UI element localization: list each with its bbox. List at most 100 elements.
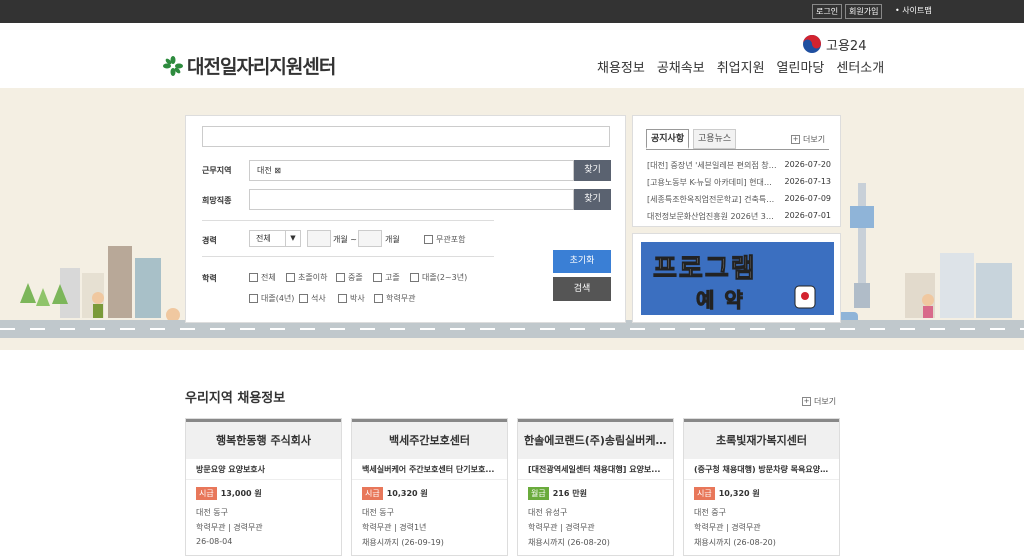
nav-open-forum[interactable]: 열린마당	[777, 57, 825, 76]
job-card[interactable]: 초록빛재가복지센터 (중구청 채용대행) 방문차량 목욕요양... 시급 10,3…	[683, 418, 840, 556]
edu-checkbox-college[interactable]: 대졸(2~3년)	[410, 272, 467, 283]
edu-option-label: 고졸	[385, 273, 400, 282]
edu-checkbox-all[interactable]: 전체	[249, 272, 276, 283]
news-item[interactable]: 대전정보문화산업진흥원 2026년 3차 사... 2026-07-01	[647, 211, 831, 222]
nav-public-recruit[interactable]: 공채속보	[657, 57, 705, 76]
pay-amount: 13,000 원	[220, 489, 262, 498]
pay-type-badge: 시급	[362, 487, 383, 500]
job-card[interactable]: 백세주간보호센터 백세실버케어 주간보호센터 단기보호... 시급 10,320 …	[351, 418, 508, 556]
edu-option-label: 대졸(2~3년)	[422, 273, 468, 282]
region-label: 근무지역	[202, 166, 232, 175]
edu-checkbox-doctor[interactable]: 박사	[338, 293, 365, 304]
job-title: [대전광역세일센터 채용대행] 요양보...	[518, 459, 673, 480]
job-title: (중구청 채용대행) 방문차량 목욕요양...	[684, 459, 839, 480]
edu-checkbox-elementary[interactable]: 초졸이하	[286, 272, 327, 283]
employment24-label: 고용24	[826, 38, 867, 54]
main-nav: 채용정보 공채속보 취업지원 열린마당 센터소개	[597, 57, 884, 76]
job-title: 백세실버케어 주간보호센터 단기보호...	[352, 459, 507, 480]
edu-checkbox-university[interactable]: 대졸(4년)	[249, 293, 294, 304]
job-type-find-button[interactable]: 찾기	[574, 189, 611, 210]
job-location: 대전 동구	[196, 508, 228, 517]
nav-center-intro[interactable]: 센터소개	[836, 57, 884, 76]
edu-option-label: 초졸이하	[298, 273, 328, 282]
sitemap-link[interactable]: • 사이트맵	[895, 5, 932, 16]
news-more-link[interactable]: + 더보기	[791, 134, 825, 145]
edu-checkbox-high[interactable]: 고졸	[373, 272, 400, 283]
job-card[interactable]: 행복한동행 주식회사 방문요양 요양보호사 시급 13,000 원 대전 동구 학…	[185, 418, 342, 556]
pay-type-badge: 월급	[528, 487, 549, 500]
news-item[interactable]: [세종특조한옥직업전문학교] 건축특공 한... 2026-07-09	[647, 194, 831, 205]
banner-image: 프로그램 예약	[641, 242, 834, 315]
site-logo[interactable]: 대전일자리지원센터	[163, 52, 336, 79]
job-card[interactable]: 한솔에코랜드(주)송림실버케어... [대전광역세일센터 채용대행] 요양보..…	[517, 418, 674, 556]
job-requirements: 학력무관 | 경력1년	[362, 523, 427, 532]
pay-row: 시급 13,000 원	[186, 480, 341, 500]
signup-link[interactable]: 회원가입	[845, 4, 883, 19]
plus-icon: +	[802, 397, 811, 406]
tab-employment-news[interactable]: 고용뉴스	[693, 129, 737, 149]
region-field[interactable]: 대전 ⊠	[249, 160, 574, 181]
company-name: 행복한동행 주식회사	[186, 419, 341, 459]
career-select-value: 전체	[256, 234, 271, 243]
login-link[interactable]: 로그인	[812, 4, 843, 19]
edu-checkbox-middle[interactable]: 중졸	[336, 272, 363, 283]
job-location: 대전 중구	[694, 508, 726, 517]
employment24-link[interactable]: 고용24	[802, 34, 866, 54]
leaf-logo-icon	[163, 55, 183, 76]
hand-icon	[794, 285, 816, 309]
region-find-button[interactable]: 찾기	[574, 160, 611, 181]
month-to-label: 개월	[385, 235, 400, 244]
news-date: 2026-07-13	[784, 177, 832, 186]
pay-amount: 216 만원	[552, 489, 587, 498]
company-name: 초록빛재가복지센터	[684, 419, 839, 459]
job-title: 방문요양 요양보호사	[186, 459, 341, 480]
career-none-checkbox[interactable]: 무관포함	[424, 234, 465, 245]
edu-checkbox-any[interactable]: 학력무관	[374, 293, 415, 304]
nav-job-info[interactable]: 채용정보	[597, 57, 645, 76]
education-label: 학력	[202, 274, 217, 283]
pay-row: 월급 216 만원	[518, 480, 673, 500]
job-location: 대전 동구	[362, 508, 394, 517]
tab-notice[interactable]: 공지사항	[646, 129, 690, 149]
top-bar: 로그인 회원가입 • 사이트맵	[0, 0, 1024, 23]
section-title: 우리지역 채용정보	[185, 391, 286, 406]
nav-employment-support[interactable]: 취업지원	[717, 57, 765, 76]
banner-line2: 예약	[696, 288, 753, 313]
career-none-label: 무관포함	[436, 235, 466, 244]
career-to-input[interactable]	[358, 230, 382, 247]
company-name: 한솔에코랜드(주)송림실버케어...	[518, 419, 673, 459]
news-date: 2026-07-01	[784, 211, 832, 220]
keyword-input[interactable]	[202, 126, 610, 147]
edu-option-label: 학력무관	[386, 294, 416, 303]
news-title: [세종특조한옥직업전문학교] 건축특공 한...	[647, 195, 777, 204]
plus-icon: +	[791, 135, 800, 144]
search-panel: 근무지역 대전 ⊠ 찾기 희망직종 찾기 경력 전체 ▼ 개월 ~ 개월 무관포…	[185, 115, 626, 323]
edu-option-label: 박사	[350, 294, 365, 303]
news-item[interactable]: [대전] 중장년 '세븐일레븐 편의점 창업설... 2026-07-20	[647, 160, 831, 171]
career-select[interactable]: 전체 ▼	[249, 230, 301, 247]
region-chip[interactable]: 대전 ⊠	[257, 166, 281, 175]
job-requirements: 학력무관 | 경력무관	[694, 523, 761, 532]
career-from-input[interactable]	[307, 230, 331, 247]
edu-option-label: 전체	[261, 273, 276, 282]
divider	[202, 220, 494, 221]
program-reservation-banner[interactable]: 프로그램 예약	[632, 233, 841, 323]
news-title: [고용노동부 K-뉴딜 아카데미] 현대홈쇼핑...	[647, 178, 777, 187]
edu-checkbox-master[interactable]: 석사	[299, 293, 326, 304]
jobs-more-link[interactable]: + 더보기	[802, 396, 836, 407]
job-deadline: 채용시까지 (26-08-20)	[694, 538, 776, 547]
pay-type-badge: 시급	[694, 487, 715, 500]
job-type-field[interactable]	[249, 189, 574, 210]
edu-option-label: 석사	[311, 294, 326, 303]
logo-text: 대전일자리지원센터	[187, 56, 336, 78]
pay-amount: 10,320 원	[718, 489, 760, 498]
reset-button[interactable]: 초기화	[553, 250, 611, 273]
search-button[interactable]: 검색	[553, 277, 611, 301]
chevron-down-icon: ▼	[285, 231, 300, 246]
job-type-label: 희망직종	[202, 196, 232, 205]
job-deadline: 채용시까지 (26-08-20)	[528, 538, 610, 547]
news-item[interactable]: [고용노동부 K-뉴딜 아카데미] 현대홈쇼핑... 2026-07-13	[647, 177, 831, 188]
job-deadline: 채용시까지 (26-09-19)	[362, 538, 444, 547]
news-panel: 공지사항 고용뉴스 + 더보기 [대전] 중장년 '세븐일레븐 편의점 창업설..…	[632, 115, 841, 227]
jobs-more-label: 더보기	[814, 397, 837, 406]
